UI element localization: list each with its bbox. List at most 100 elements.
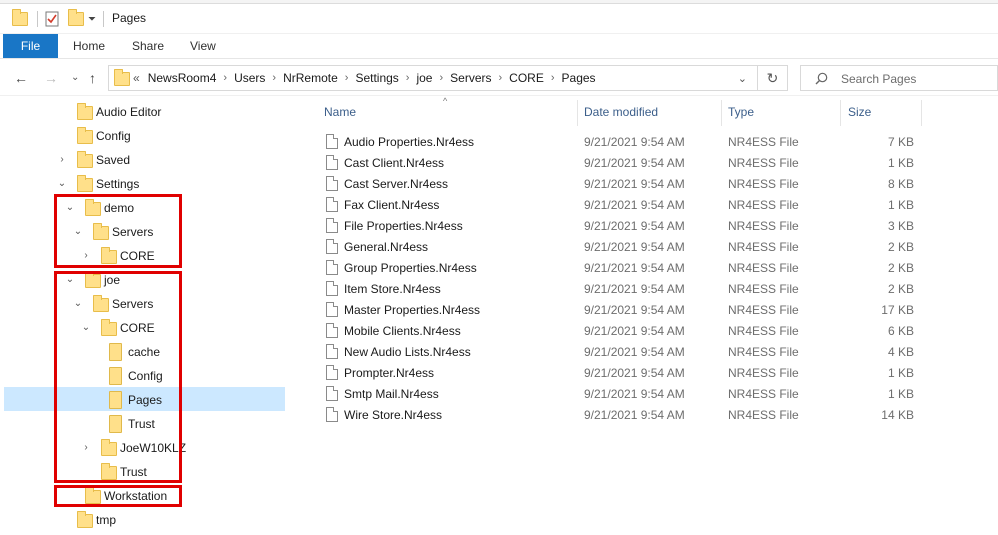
file-type: NR4ESS File: [728, 261, 799, 275]
file-name: Fax Client.Nr4ess: [344, 198, 440, 212]
file-date-modified: 9/21/2021 9:54 AM: [584, 219, 685, 233]
address-bar[interactable]: « NewsRoom4 › Users › NrRemote › Setting…: [108, 65, 758, 91]
file-row[interactable]: General.Nr4ess 9/21/2021 9:54 AM NR4ESS Fi…: [303, 236, 998, 257]
breadcrumb-item[interactable]: NrRemote: [283, 71, 338, 85]
file-size: 6 KB: [887, 324, 914, 338]
file-row[interactable]: Cast Server.Nr4ess 9/21/2021 9:54 AM NR4ES…: [303, 173, 998, 194]
column-divider[interactable]: [721, 100, 722, 126]
file-type: NR4ESS File: [728, 198, 799, 212]
up-arrow-icon[interactable]: ↑: [89, 70, 96, 86]
file-row[interactable]: New Audio Lists.Nr4ess 9/21/2021 9:54 AM N…: [303, 341, 998, 362]
recent-locations-chevron-icon[interactable]: ⌄: [71, 72, 79, 83]
breadcrumb-item[interactable]: Users: [234, 71, 265, 85]
file-icon: [326, 386, 338, 401]
chevron-down-icon[interactable]: ⌄: [57, 178, 67, 189]
file-icon: [326, 323, 338, 338]
tab-file[interactable]: File: [3, 34, 58, 58]
chevron-right-icon[interactable]: ›: [406, 72, 410, 84]
file-name: New Audio Lists.Nr4ess: [344, 345, 471, 359]
column-header-type[interactable]: Type: [728, 105, 754, 119]
file-row[interactable]: Prompter.Nr4ess 9/21/2021 9:54 AM NR4ESS F…: [303, 362, 998, 383]
file-name: Audio Properties.Nr4ess: [344, 135, 475, 149]
search-box[interactable]: Search Pages: [800, 65, 998, 91]
file-size: 2 KB: [887, 282, 914, 296]
chevron-right-icon[interactable]: ›: [439, 72, 443, 84]
navigation-bar: ← → ⌄ ↑ « NewsRoom4 › Users › NrRemote ›…: [0, 60, 998, 96]
tab-share[interactable]: Share: [132, 39, 164, 53]
breadcrumb-item[interactable]: Settings: [355, 71, 398, 85]
column-header-size[interactable]: Size: [848, 105, 871, 119]
file-date-modified: 9/21/2021 9:54 AM: [584, 261, 685, 275]
file-row[interactable]: File Properties.Nr4ess 9/21/2021 9:54 AM N…: [303, 215, 998, 236]
highlight-box-demo: [54, 194, 182, 268]
address-history-chevron-icon[interactable]: ⌄: [738, 72, 747, 85]
file-type: NR4ESS File: [728, 345, 799, 359]
file-size: 2 KB: [887, 240, 914, 254]
column-divider[interactable]: [840, 100, 841, 126]
chevron-right-icon[interactable]: ›: [345, 72, 349, 84]
breadcrumb-item[interactable]: NewsRoom4: [148, 71, 217, 85]
file-row[interactable]: Wire Store.Nr4ess 9/21/2021 9:54 AM NR4ESS…: [303, 404, 998, 425]
file-date-modified: 9/21/2021 9:54 AM: [584, 198, 685, 212]
file-size: 14 KB: [881, 408, 914, 422]
tab-view[interactable]: View: [190, 39, 216, 53]
properties-icon[interactable]: [45, 10, 59, 28]
back-arrow-icon[interactable]: ←: [14, 70, 28, 86]
file-row[interactable]: Mobile Clients.Nr4ess 9/21/2021 9:54 AM NR…: [303, 320, 998, 341]
column-divider[interactable]: [921, 100, 922, 126]
tree-item[interactable]: tmp: [0, 508, 285, 532]
column-header-date-modified[interactable]: Date modified: [584, 105, 658, 119]
file-icon: [326, 260, 338, 275]
refresh-button[interactable]: ↻: [758, 65, 788, 91]
chevron-right-icon[interactable]: ›: [551, 72, 555, 84]
search-input[interactable]: Search Pages: [841, 72, 916, 86]
breadcrumb-overflow[interactable]: «: [133, 71, 140, 85]
file-size: 1 KB: [887, 156, 914, 170]
file-name: File Properties.Nr4ess: [344, 219, 463, 233]
tree-item[interactable]: Config: [0, 124, 285, 148]
file-row[interactable]: Fax Client.Nr4ess 9/21/2021 9:54 AM NR4ESS…: [303, 194, 998, 215]
tree-item-label: tmp: [96, 513, 117, 527]
tree-item[interactable]: › Saved: [0, 148, 285, 172]
chevron-right-icon[interactable]: ›: [223, 72, 227, 84]
file-size: 3 KB: [887, 219, 914, 233]
file-date-modified: 9/21/2021 9:54 AM: [584, 387, 685, 401]
new-folder-icon[interactable]: [68, 9, 84, 28]
tree-item-label: Saved: [96, 153, 131, 167]
file-type: NR4ESS File: [728, 387, 799, 401]
breadcrumb-item[interactable]: joe: [416, 71, 432, 85]
tree-item[interactable]: ⌄ Settings: [0, 172, 285, 196]
file-icon: [326, 218, 338, 233]
file-row[interactable]: Group Properties.Nr4ess 9/21/2021 9:54 AM…: [303, 257, 998, 278]
window-title: Pages: [112, 11, 147, 25]
file-row[interactable]: Master Properties.Nr4ess 9/21/2021 9:54 A…: [303, 299, 998, 320]
file-date-modified: 9/21/2021 9:54 AM: [584, 345, 685, 359]
navigation-pane: Audio Editor Config › Saved ⌄ Settings ⌄ demo ⌄ S…: [0, 96, 292, 535]
customize-quick-access-icon[interactable]: ⏷: [88, 10, 96, 28]
file-icon: [326, 365, 338, 380]
file-row[interactable]: Audio Properties.Nr4ess 9/21/2021 9:54 AM…: [303, 131, 998, 152]
chevron-right-icon[interactable]: ›: [272, 72, 276, 84]
file-row[interactable]: Cast Client.Nr4ess 9/21/2021 9:54 AM NR4ES…: [303, 152, 998, 173]
breadcrumb-item[interactable]: Servers: [450, 71, 491, 85]
file-type: NR4ESS File: [728, 324, 799, 338]
file-date-modified: 9/21/2021 9:54 AM: [584, 156, 685, 170]
file-name: General.Nr4ess: [344, 240, 429, 254]
breadcrumb-item[interactable]: CORE: [509, 71, 544, 85]
divider: [37, 11, 38, 27]
tab-home[interactable]: Home: [73, 39, 105, 53]
file-row[interactable]: Smtp Mail.Nr4ess 9/21/2021 9:54 AM NR4ESS …: [303, 383, 998, 404]
column-header-name[interactable]: Name: [324, 105, 356, 119]
sort-ascending-icon: ^: [443, 96, 448, 106]
tree-item[interactable]: Audio Editor: [0, 100, 285, 124]
file-date-modified: 9/21/2021 9:54 AM: [584, 177, 685, 191]
file-icon: [326, 344, 338, 359]
column-divider[interactable]: [577, 100, 578, 126]
file-row[interactable]: Item Store.Nr4ess 9/21/2021 9:54 AM NR4ESS…: [303, 278, 998, 299]
breadcrumb-item[interactable]: Pages: [562, 71, 596, 85]
chevron-right-icon[interactable]: ›: [499, 72, 503, 84]
chevron-right-icon[interactable]: ›: [57, 154, 67, 165]
forward-arrow-icon[interactable]: →: [44, 70, 58, 86]
file-name: Prompter.Nr4ess: [344, 366, 435, 380]
folder-icon: [77, 103, 93, 123]
